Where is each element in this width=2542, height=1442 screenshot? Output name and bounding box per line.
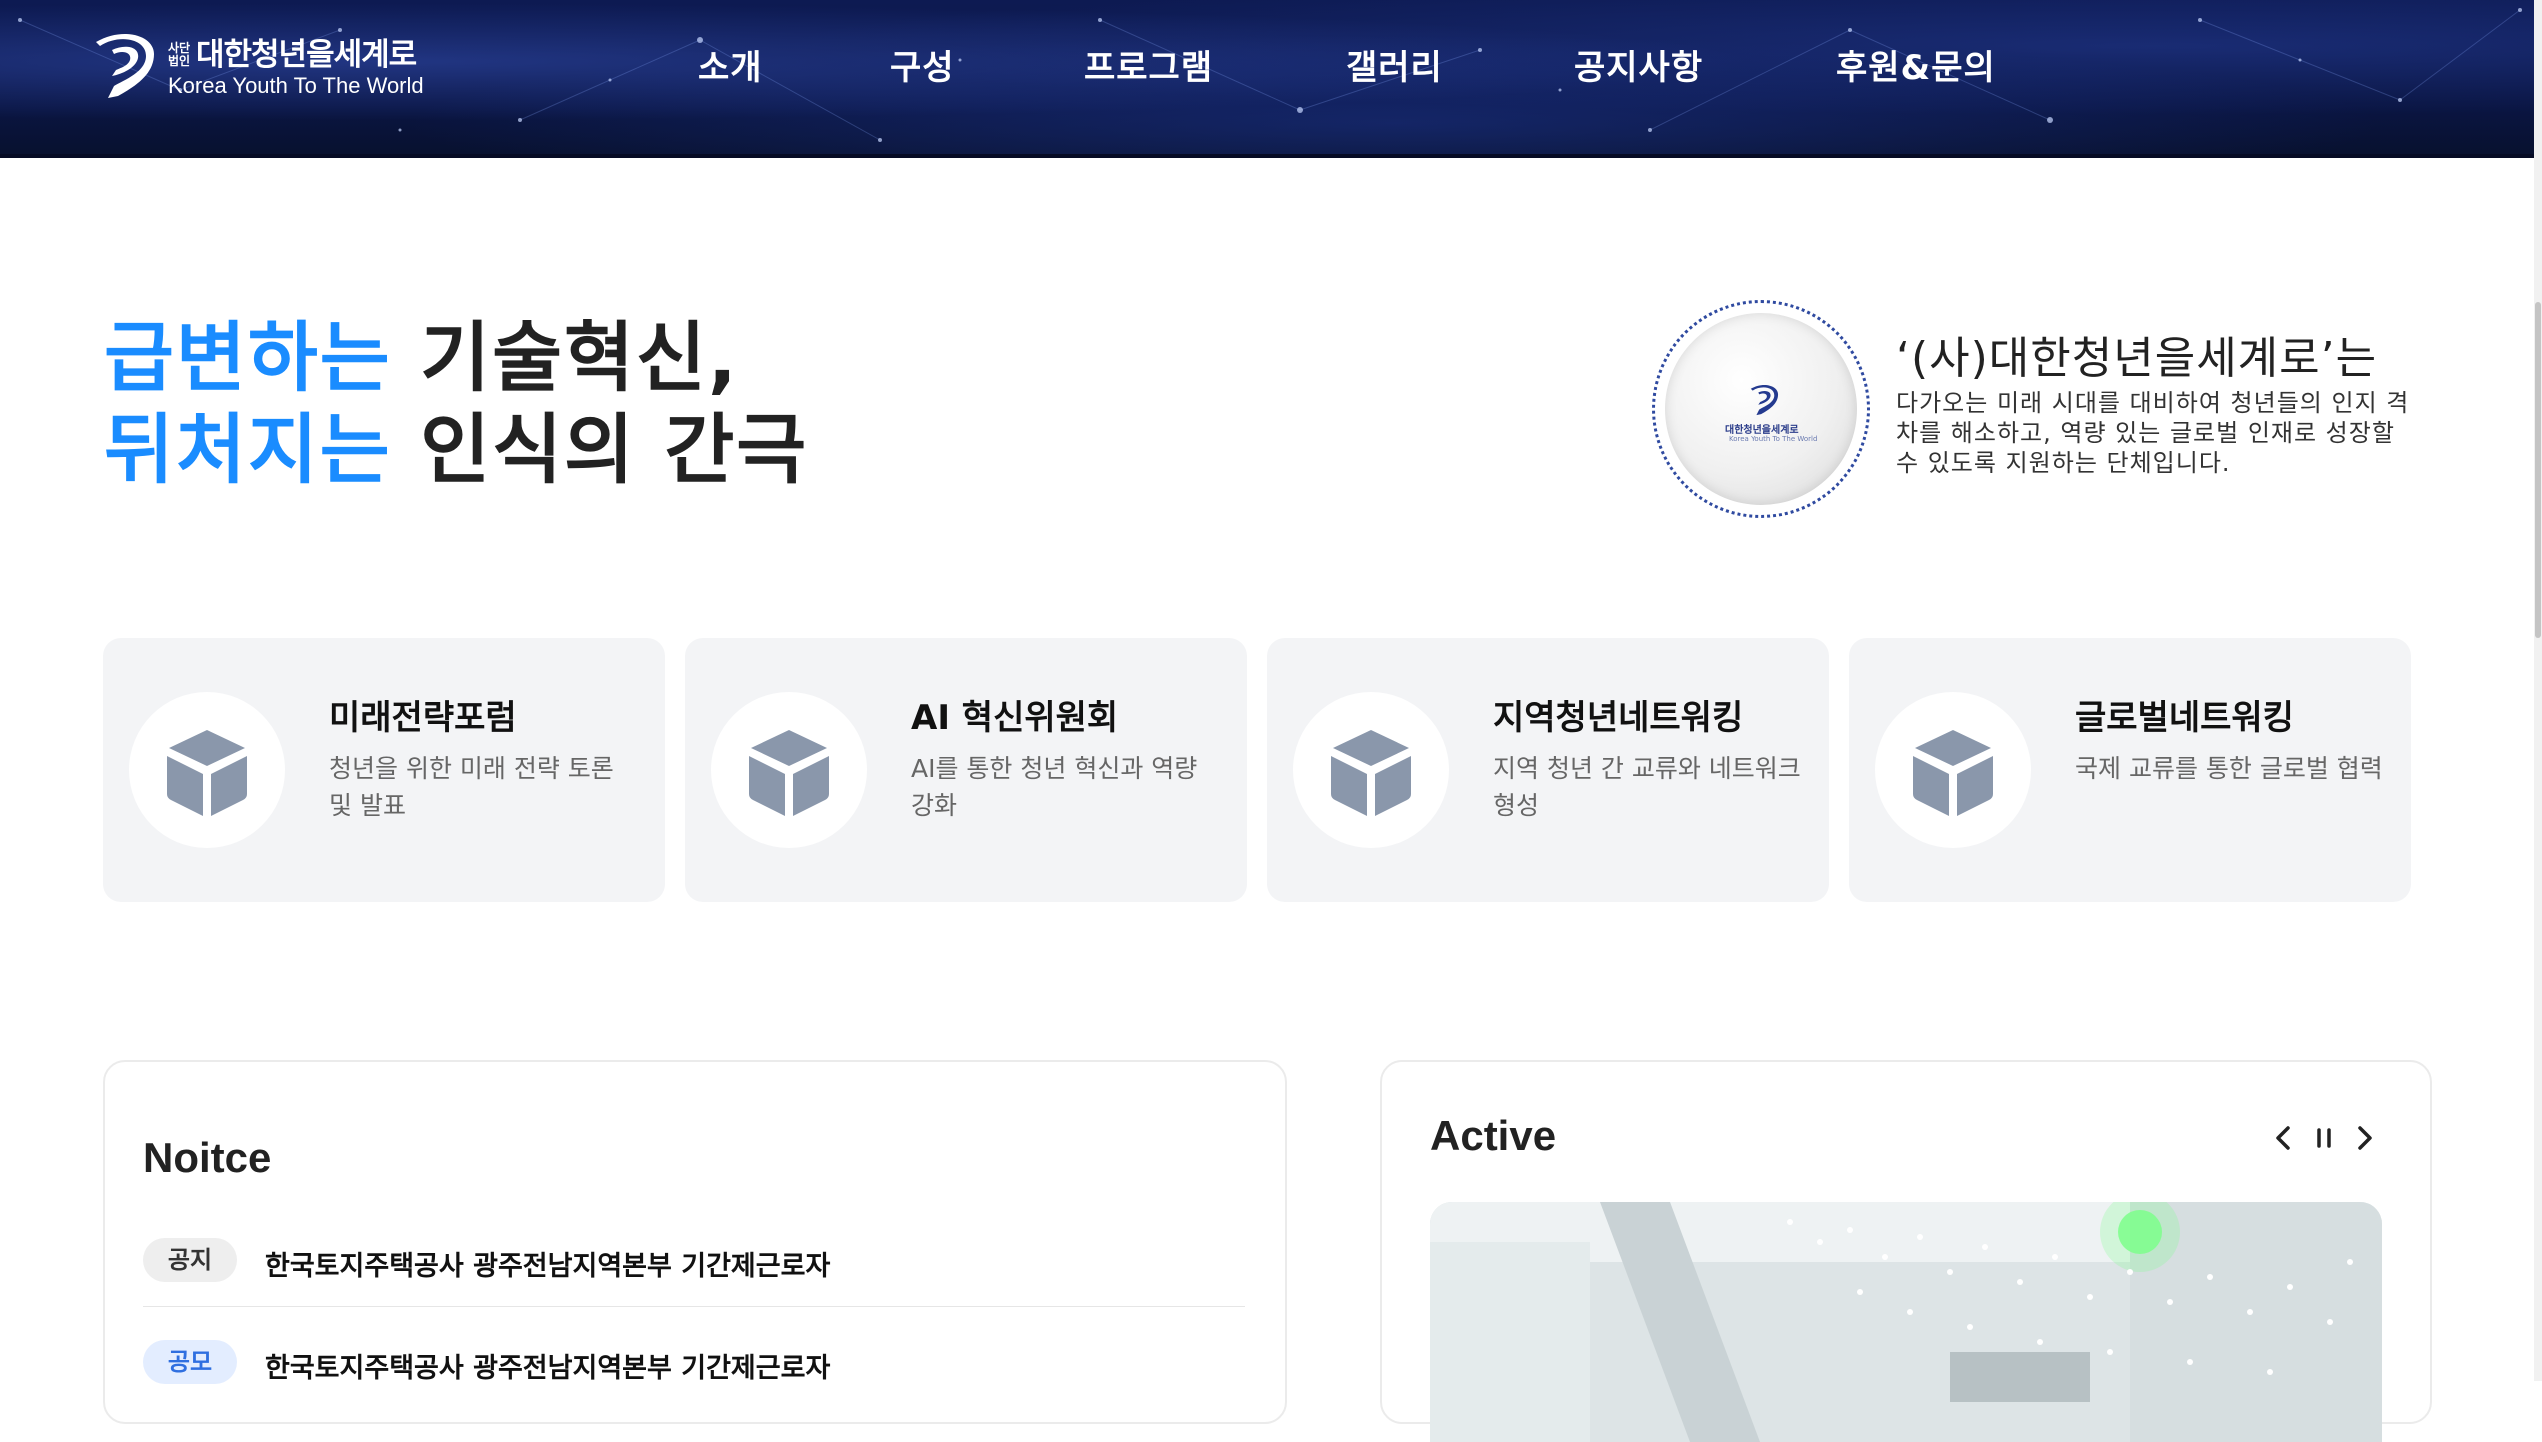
intro-logo-badge: 대한청년을세계로 Korea Youth To The World bbox=[1652, 300, 1870, 518]
program-card[interactable]: AI 혁신위원회 AI를 통한 청년 혁신과 역량 강화 bbox=[685, 638, 1247, 902]
intro-badge-name: 대한청년을세계로 bbox=[1725, 425, 1799, 436]
cube-icon bbox=[1913, 730, 1993, 816]
cube-icon bbox=[167, 730, 247, 816]
program-card[interactable]: 글로벌네트워킹 국제 교류를 통한 글로벌 협력 bbox=[1849, 638, 2411, 902]
notice-item-title[interactable]: 한국토지주택공사 광주전남지역본부 기간제근로자 bbox=[265, 1346, 830, 1385]
intro-description: 다가오는 미래 시대를 대비하여 청년들의 인지 격차를 해소하고, 역량 있는… bbox=[1896, 389, 2410, 477]
hero-accent-1: 급변하는 bbox=[104, 313, 392, 402]
notice-item[interactable]: 공지 한국토지주택공사 광주전남지역본부 기간제근로자 bbox=[143, 1224, 1245, 1307]
logo-text: 사단 법인 대한청년을세계로 Korea Youth To The World bbox=[168, 37, 424, 99]
hero-line-2: 뒤처지는 인식의 간극 bbox=[104, 404, 808, 496]
active-panel: Active bbox=[1380, 1060, 2432, 1442]
card-title: 글로벌네트워킹 bbox=[2075, 698, 2294, 738]
page-scrollbar[interactable] bbox=[2534, 0, 2542, 1381]
cube-icon bbox=[749, 730, 829, 816]
chevron-left-icon[interactable] bbox=[2266, 1118, 2302, 1158]
logo-subtitle: Korea Youth To The World bbox=[168, 73, 424, 98]
active-slide-image[interactable] bbox=[1430, 1202, 2382, 1442]
nav-item-support[interactable]: 후원&문의 bbox=[1836, 40, 1996, 89]
card-description: 국제 교류를 통한 글로벌 협력 bbox=[2075, 754, 2383, 783]
notice-badge: 공모 bbox=[143, 1340, 237, 1384]
program-card[interactable]: 미래전략포럼 청년을 위한 미래 전략 토론 및 발표 bbox=[103, 638, 665, 902]
logo-name: 대한청년을세계로 bbox=[196, 37, 417, 73]
card-description: 청년을 위한 미래 전략 토론 및 발표 bbox=[329, 754, 614, 820]
nav-item-about[interactable]: 소개 bbox=[698, 40, 763, 89]
nav-item-gallery[interactable]: 갤러리 bbox=[1346, 40, 1443, 89]
intro-badge-surface: 대한청년을세계로 Korea Youth To The World bbox=[1665, 313, 1857, 505]
logo-mark-icon bbox=[1750, 384, 1779, 416]
notice-badge: 공지 bbox=[143, 1238, 237, 1282]
hero-accent-2: 뒤처지는 bbox=[104, 405, 392, 494]
nav-item-structure[interactable]: 구성 bbox=[890, 40, 955, 89]
card-description: 지역 청년 간 교류와 네트워크 형성 bbox=[1493, 754, 1801, 820]
card-title: 지역청년네트워킹 bbox=[1493, 698, 1744, 738]
logo-corp-label: 사단 법인 bbox=[168, 41, 191, 68]
event-photo bbox=[1430, 1202, 2382, 1442]
scrollbar-thumb[interactable] bbox=[2535, 302, 2541, 638]
card-icon-circle bbox=[129, 692, 285, 848]
logo-mark-icon bbox=[96, 33, 154, 99]
nav-item-notice[interactable]: 공지사항 bbox=[1574, 40, 1703, 89]
card-icon-circle bbox=[1293, 692, 1449, 848]
notice-title: Noitce bbox=[143, 1134, 272, 1181]
hero-text-1: 기술혁신, bbox=[391, 313, 739, 402]
hero-headline: 급변하는 기술혁신, 뒤처지는 인식의 간극 bbox=[104, 312, 808, 496]
cube-icon bbox=[1331, 730, 1411, 816]
intro-title: ‘(사)대한청년을세계로’는 bbox=[1896, 333, 2378, 384]
chevron-right-icon[interactable] bbox=[2346, 1118, 2382, 1158]
card-description: AI를 통한 청년 혁신과 역량 강화 bbox=[911, 754, 1198, 820]
hero-text-2: 인식의 간극 bbox=[391, 405, 809, 494]
active-title: Active bbox=[1430, 1112, 1557, 1159]
notice-panel: Noitce 공지 한국토지주택공사 광주전남지역본부 기간제근로자 공모 한국… bbox=[103, 1060, 1287, 1424]
card-title: AI 혁신위원회 bbox=[911, 698, 1119, 738]
intro-badge-sub: Korea Youth To The World bbox=[1729, 435, 1818, 443]
notice-item[interactable]: 공모 한국토지주택공사 광주전남지역본부 기간제근로자 bbox=[143, 1326, 1245, 1408]
card-title: 미래전략포럼 bbox=[329, 698, 517, 738]
card-icon-circle bbox=[711, 692, 867, 848]
pause-icon[interactable] bbox=[2306, 1118, 2342, 1158]
nav-item-program[interactable]: 프로그램 bbox=[1084, 40, 1213, 89]
notice-item-title[interactable]: 한국토지주택공사 광주전남지역본부 기간제근로자 bbox=[265, 1244, 830, 1283]
program-card[interactable]: 지역청년네트워킹 지역 청년 간 교류와 네트워크 형성 bbox=[1267, 638, 1829, 902]
site-header: 사단 법인 대한청년을세계로 Korea Youth To The World … bbox=[0, 0, 2534, 158]
hero-line-1: 급변하는 기술혁신, bbox=[104, 312, 808, 404]
site-logo[interactable]: 사단 법인 대한청년을세계로 Korea Youth To The World bbox=[88, 30, 424, 106]
card-icon-circle bbox=[1875, 692, 2031, 848]
